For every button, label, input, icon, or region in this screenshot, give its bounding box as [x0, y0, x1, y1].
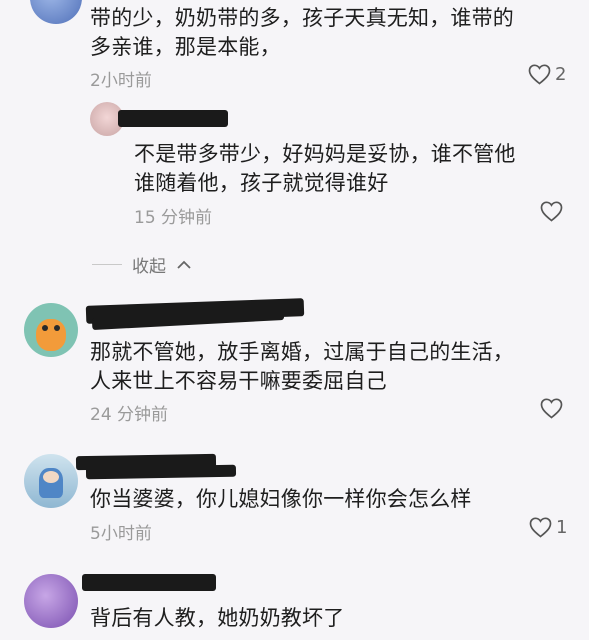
- heart-outline-icon: [528, 64, 551, 85]
- comment-text-line: 那就不管她，放手离婚，过属于自己的生活，: [90, 340, 514, 364]
- chevron-up-icon: [177, 260, 191, 269]
- comment-text: 你当婆婆，你儿媳妇像你一样你会怎么样: [90, 485, 472, 514]
- comment-text: 那就不管她，放手离婚，过属于自己的生活， 人来世上不容易干嘛要委屈自己: [90, 338, 514, 396]
- heart-outline-icon: [540, 201, 563, 222]
- like-count: 2: [555, 63, 567, 85]
- redacted-username: [82, 574, 216, 591]
- avatar-monster-figure: [36, 319, 66, 351]
- comment-text-line: 你当婆婆，你儿媳妇像你一样你会怎么样: [90, 487, 472, 511]
- like-count: 1: [556, 516, 568, 538]
- like-button[interactable]: 1: [528, 516, 567, 538]
- comment-timestamp: 2小时前: [90, 71, 152, 91]
- reply-text: 不是带多带少，好妈妈是妥协，谁不管他 谁随着他，孩子就觉得谁好: [134, 140, 516, 198]
- comment-text: 带的少，奶奶带的多，孩子天真无知，谁带的 多亲谁，那是本能，: [90, 4, 514, 62]
- comment-timestamp: 5小时前: [90, 524, 152, 544]
- avatar[interactable]: [24, 454, 78, 508]
- reply-text-line: 不是带多带少，好妈妈是妥协，谁不管他: [134, 142, 516, 166]
- like-button[interactable]: [539, 200, 567, 222]
- collapse-replies-button[interactable]: 收起: [92, 252, 192, 277]
- avatar-eye: [42, 325, 48, 331]
- reply-text-line: 谁随着他，孩子就觉得谁好: [134, 171, 389, 195]
- avatar[interactable]: [30, 0, 82, 24]
- comment-text-line: 背后有人教，她奶奶教坏了: [90, 606, 345, 630]
- comment-timestamp: 24 分钟前: [90, 405, 169, 425]
- avatar-figure-face: [43, 471, 59, 483]
- heart-outline-icon: [529, 517, 552, 538]
- avatar[interactable]: [24, 574, 78, 628]
- avatar-eye: [54, 325, 60, 331]
- like-button[interactable]: 2: [527, 63, 566, 85]
- redacted-username: [118, 110, 228, 127]
- redacted-username: [85, 464, 237, 480]
- like-button[interactable]: [539, 397, 567, 419]
- comment-text-line: 多亲谁，那是本能，: [90, 35, 281, 59]
- divider: [92, 264, 122, 265]
- comment-text-line: 人来世上不容易干嘛要委屈自己: [90, 369, 387, 393]
- heart-outline-icon: [540, 398, 563, 419]
- comment-text-line: 带的少，奶奶带的多，孩子天真无知，谁带的: [90, 6, 514, 30]
- avatar[interactable]: [24, 303, 78, 357]
- collapse-label: 收起: [132, 257, 166, 277]
- comment-text: 背后有人教，她奶奶教坏了: [90, 604, 344, 633]
- reply-timestamp: 15 分钟前: [134, 208, 213, 228]
